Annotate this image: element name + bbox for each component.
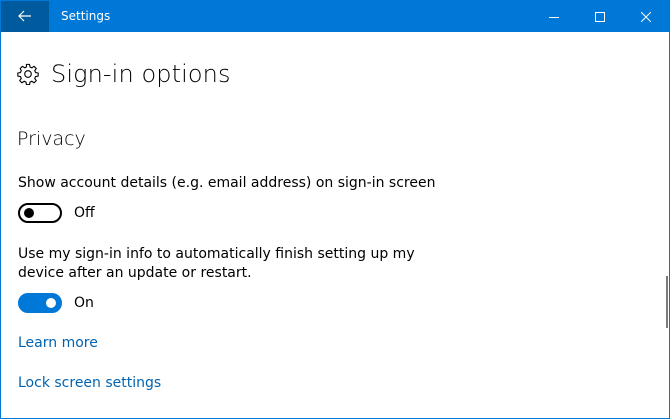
title-bar: Settings [1, 1, 669, 32]
maximize-button[interactable] [577, 1, 623, 32]
account-details-label: Show account details (e.g. email address… [18, 175, 436, 191]
lock-screen-settings-link[interactable]: Lock screen settings [18, 375, 161, 391]
toggle-knob [46, 298, 56, 308]
close-icon [640, 7, 652, 26]
maximize-icon [595, 7, 605, 26]
gear-icon [17, 63, 39, 85]
app-title: Settings [61, 9, 111, 23]
account-details-toggle[interactable] [18, 203, 62, 223]
toggle-knob [24, 208, 34, 218]
minimize-icon [549, 7, 559, 26]
signin-info-label: Use my sign-in info to automatically fin… [18, 246, 415, 281]
signin-info-toggle[interactable] [18, 293, 62, 313]
account-details-toggle-row[interactable]: Off [18, 203, 95, 223]
privacy-heading: Privacy [17, 128, 86, 150]
signin-info-state: On [74, 295, 94, 311]
page-title: Sign-in options [51, 60, 231, 88]
settings-window: Settings Sign-in options Privacy Show ac… [0, 0, 670, 419]
back-button[interactable] [1, 1, 49, 32]
learn-more-link[interactable]: Learn more [18, 335, 98, 351]
close-button[interactable] [623, 1, 669, 32]
minimize-button[interactable] [531, 1, 577, 32]
back-arrow-icon [18, 7, 32, 26]
signin-info-toggle-row[interactable]: On [18, 293, 94, 313]
scrollbar-thumb[interactable] [666, 276, 668, 328]
account-details-state: Off [74, 205, 95, 221]
page-header: Sign-in options [17, 57, 231, 91]
